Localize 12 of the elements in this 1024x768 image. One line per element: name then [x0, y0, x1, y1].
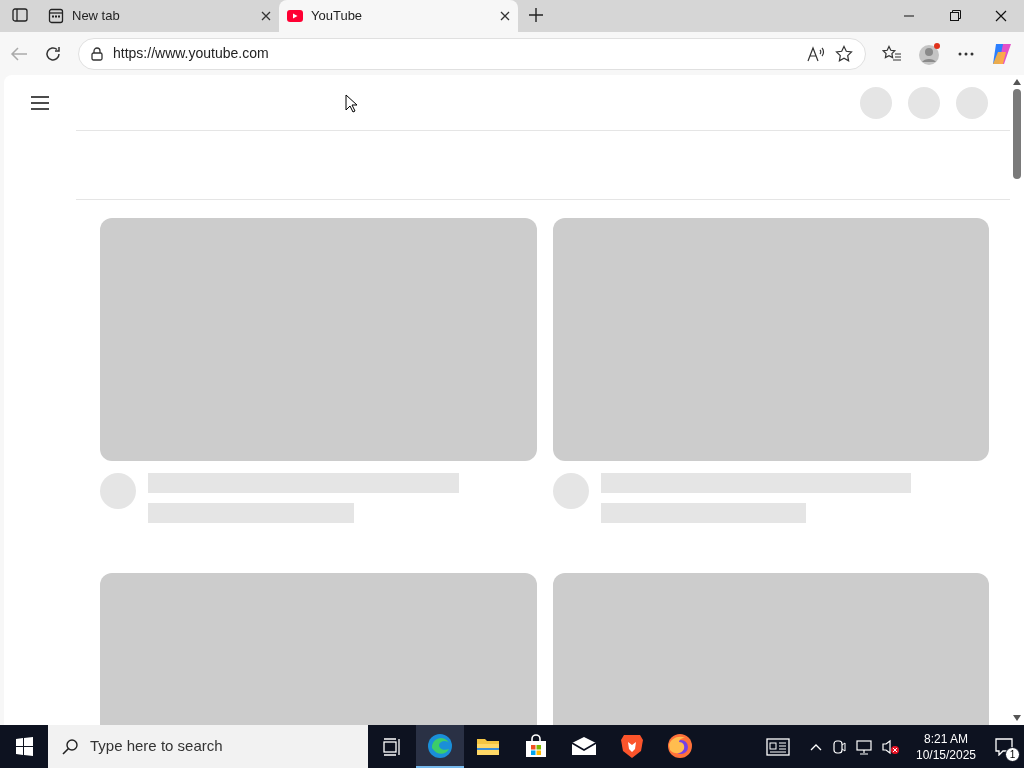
address-bar[interactable]: https://www.youtube.com	[78, 37, 866, 70]
clock-date[interactable]: 10/15/2025	[915, 746, 977, 763]
url-text: https://www.youtube.com	[113, 44, 270, 63]
clock-time[interactable]: 8:21 AM	[924, 730, 968, 747]
tab-title: New tab	[72, 7, 121, 26]
notifications-button[interactable]: 1	[984, 725, 1024, 768]
browser-tab[interactable]: New tab	[40, 0, 279, 32]
notification-count: 1	[1005, 747, 1020, 762]
search-placeholder: Type here to search	[90, 736, 223, 757]
taskbar-search-field[interactable]: Type here to search	[48, 725, 368, 768]
browser-tab[interactable]: YouTube	[279, 0, 518, 32]
tab-title: YouTube	[311, 7, 364, 26]
